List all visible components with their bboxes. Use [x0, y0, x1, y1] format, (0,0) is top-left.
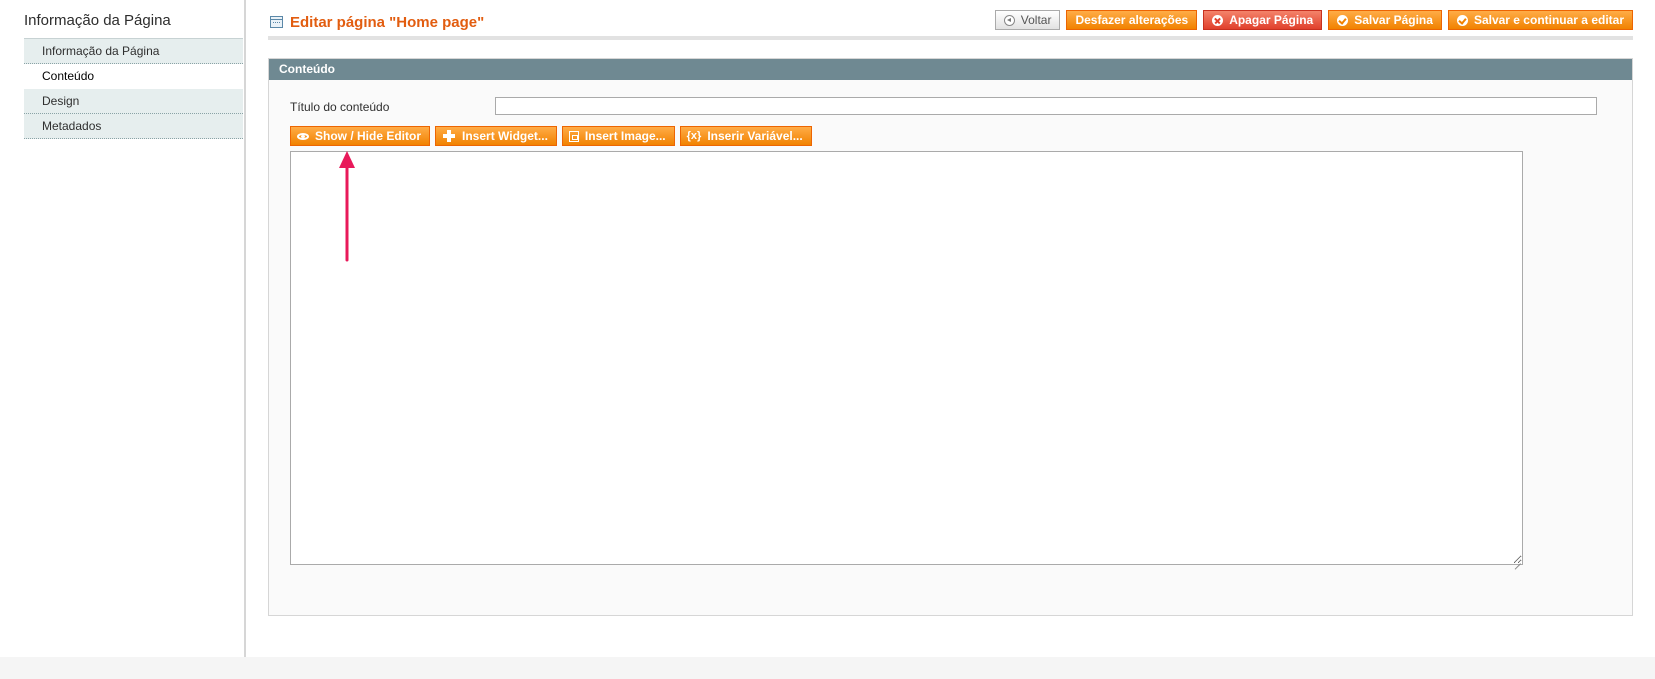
delete-button-label: Apagar Página [1229, 13, 1314, 27]
check-icon [1456, 14, 1468, 26]
insert-image-label: Insert Image... [584, 129, 666, 143]
sidebar-title: Informação da Página [24, 12, 171, 29]
delete-page-button[interactable]: Apagar Página [1203, 10, 1323, 30]
cms-page-icon [270, 16, 283, 28]
page-footer-band [0, 657, 1655, 679]
sidebar: Informação da Página Informação da Págin… [0, 0, 246, 657]
action-toolbar: Voltar Desfazer alterações Apagar Página… [994, 10, 1633, 30]
resize-grip-icon[interactable] [1514, 557, 1521, 564]
delete-icon [1212, 14, 1224, 26]
page-title: Editar página "Home page" [290, 14, 485, 31]
insert-variable-label: Inserir Variável... [707, 129, 803, 143]
annotation-arrow-head [339, 151, 355, 168]
sidebar-tab-content[interactable]: Conteúdo [24, 64, 243, 89]
content-title-label: Título do conteúdo [290, 100, 390, 114]
eye-icon [297, 132, 309, 140]
save-continue-button-label: Salvar e continuar a editar [1473, 13, 1624, 27]
sidebar-tab-metadata[interactable]: Metadados [24, 114, 243, 139]
sidebar-tabs: Informação da Página Conteúdo Design Met… [24, 38, 243, 139]
section-header: Conteúdo [269, 59, 1632, 80]
widget-icon [442, 130, 456, 142]
back-button[interactable]: Voltar [994, 10, 1061, 30]
show-hide-editor-label: Show / Hide Editor [315, 129, 422, 143]
insert-image-button[interactable]: Insert Image... [561, 126, 675, 146]
back-arrow-icon [1003, 14, 1015, 26]
show-hide-editor-button[interactable]: Show / Hide Editor [290, 126, 431, 146]
editor-toolbar: Show / Hide Editor Insert Widget... Inse… [290, 126, 812, 146]
image-icon [568, 130, 579, 142]
annotation-arrow-icon [339, 151, 355, 262]
insert-widget-button[interactable]: Insert Widget... [435, 126, 557, 146]
sidebar-tab-design[interactable]: Design [24, 89, 243, 114]
insert-widget-label: Insert Widget... [462, 129, 548, 143]
insert-variable-button[interactable]: {x} Inserir Variável... [679, 126, 812, 146]
content-editor-textarea[interactable] [290, 151, 1523, 565]
sidebar-tab-page-info[interactable]: Informação da Página [24, 39, 243, 64]
back-button-label: Voltar [1020, 13, 1052, 27]
check-icon [1337, 14, 1349, 26]
content-fieldset: Conteúdo Título do conteúdo Show / Hide … [268, 58, 1633, 616]
save-continue-button[interactable]: Salvar e continuar a editar [1447, 10, 1633, 30]
save-button-label: Salvar Página [1354, 13, 1433, 27]
content-title-input[interactable] [495, 97, 1597, 115]
save-page-button[interactable]: Salvar Página [1328, 10, 1442, 30]
reset-button-label: Desfazer alterações [1075, 13, 1189, 27]
variable-icon: {x} [686, 130, 702, 142]
reset-button[interactable]: Desfazer alterações [1066, 10, 1198, 30]
header-divider [268, 36, 1633, 40]
